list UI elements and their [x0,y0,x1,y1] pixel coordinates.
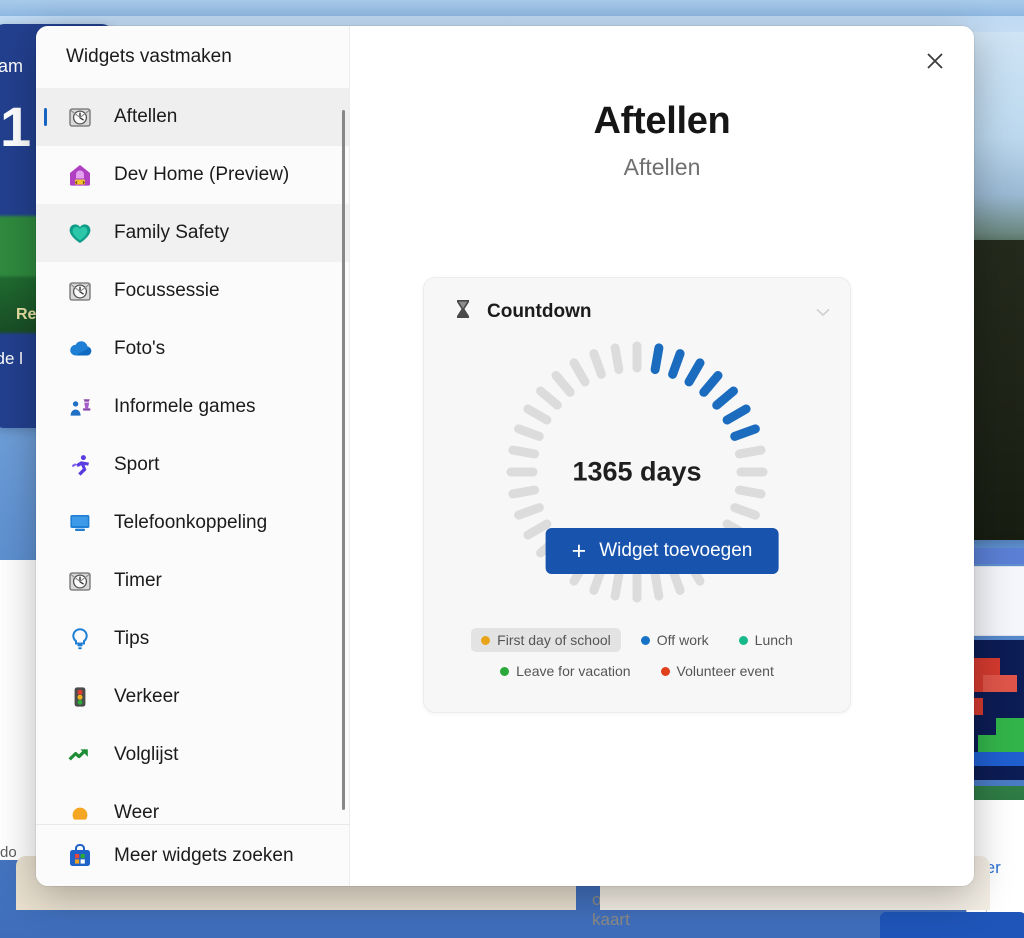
sidebar-item-label: Sport [114,454,159,476]
background-left-text: se do [0,844,17,861]
weather-city: am [0,56,23,77]
top-strip [0,0,1024,16]
background-taskbar-button [880,912,1024,938]
clock-icon [66,277,94,305]
sidebar-item-tips[interactable]: Tips [36,610,349,668]
background-white-box [972,566,1024,636]
legend-color-dot [481,636,490,645]
widget-list[interactable]: Aftellen Dev Home (Preview) Family Safety F… [36,88,349,824]
background-game-tile [966,640,1024,780]
dial-value: 1365 days [503,457,771,488]
sidebar-item-weer[interactable]: Weer [36,784,349,824]
chevron-down-icon[interactable] [816,304,830,322]
selection-indicator [44,108,47,126]
legend-chip[interactable]: Off work [631,628,719,652]
plus-icon: + [572,539,587,564]
sidebar-item-label: Dev Home (Preview) [114,164,289,186]
weather-temperature: 1 [0,94,30,159]
weather-text-3: ijde l [0,349,23,369]
sidebar-item-label: Focussessie [114,280,220,302]
sidebar-item-family-safety[interactable]: Family Safety [36,204,349,262]
legend-row: First day of school Off work Lunch [471,628,803,652]
sidebar-item-volglijst[interactable]: Volglijst [36,726,349,784]
legend-color-dot [641,636,650,645]
widget-preview-card: Countdown 1365 days First day of school O… [423,277,851,713]
sidebar-item-label: Telefoonkoppeling [114,512,267,534]
clock-icon [66,103,94,131]
cloud-icon [66,335,94,363]
preview-title: Countdown [487,301,591,323]
clock-icon [66,567,94,595]
close-icon [923,49,947,78]
countdown-legend: First day of school Off work Lunch Leave fo… [438,628,836,683]
sidebar-item-sport[interactable]: Sport [36,436,349,494]
sidebar-item-label: Tips [114,628,149,650]
sidebar-item-verkeer[interactable]: Verkeer [36,668,349,726]
game-pieces-icon [66,393,94,421]
legend-label: Lunch [755,632,793,648]
legend-chip[interactable]: First day of school [471,628,621,652]
sun-cloud-icon [66,799,94,824]
preview-header: Countdown [452,298,591,325]
sidebar-item-label: Foto's [114,338,165,360]
add-widget-label: Widget toevoegen [599,540,752,562]
legend-color-dot [739,636,748,645]
sidebar-item-label: Weer [114,802,159,824]
sidebar-item-telefoonkoppeling[interactable]: Telefoonkoppeling [36,494,349,552]
legend-label: Off work [657,632,709,648]
page-title: Aftellen [350,100,974,143]
legend-row: Leave for vacation Volunteer event [490,659,784,683]
sidebar-item-focussessie[interactable]: Focussessie [36,262,349,320]
sidebar-item-dev-home-preview[interactable]: Dev Home (Preview) [36,146,349,204]
phone-link-icon [66,509,94,537]
sidebar-item-label: Informele games [114,396,256,418]
legend-color-dot [500,667,509,676]
legend-label: Leave for vacation [516,663,630,679]
sidebar-item-informele-games[interactable]: Informele games [36,378,349,436]
add-widget-button[interactable]: + Widget toevoegen [546,528,779,574]
sidebar-scrollbar[interactable] [342,110,345,810]
sidebar-item-label: Timer [114,570,162,592]
legend-chip[interactable]: Lunch [729,628,803,652]
heart-icon [66,219,94,247]
page-subtitle: Aftellen [350,154,974,181]
widget-list-sidebar: Widgets vastmaken Aftellen Dev Home (Prev… [36,26,350,886]
sidebar-item-label: Verkeer [114,686,179,708]
traffic-light-icon [66,683,94,711]
lightbulb-icon [66,625,94,653]
sidebar-item-aftellen[interactable]: Aftellen [36,88,349,146]
background-blue-bar [968,548,1024,564]
close-button[interactable] [914,42,956,84]
widget-detail-pane: Aftellen Aftellen Countdown 1365 days Fi [350,26,974,886]
sidebar-item-label: Volglijst [114,744,178,766]
runner-icon [66,451,94,479]
legend-label: First day of school [497,632,611,648]
trending-up-icon [66,741,94,769]
legend-chip[interactable]: Leave for vacation [490,659,640,683]
sidebar-title: Widgets vastmaken [36,26,349,88]
pin-widgets-dialog: Widgets vastmaken Aftellen Dev Home (Prev… [36,26,974,886]
sidebar-item-foto-s[interactable]: Foto's [36,320,349,378]
legend-label: Volunteer event [677,663,774,679]
more-widgets-label: Meer widgets zoeken [114,845,294,867]
more-widgets-button[interactable]: Meer widgets zoeken [36,824,349,886]
sidebar-item-label: Family Safety [114,222,229,244]
legend-chip[interactable]: Volunteer event [651,659,784,683]
sidebar-item-timer[interactable]: Timer [36,552,349,610]
store-icon [66,842,94,870]
hourglass-icon [452,298,474,325]
sidebar-item-label: Aftellen [114,106,177,128]
legend-color-dot [661,667,670,676]
dev-home-icon [66,161,94,189]
